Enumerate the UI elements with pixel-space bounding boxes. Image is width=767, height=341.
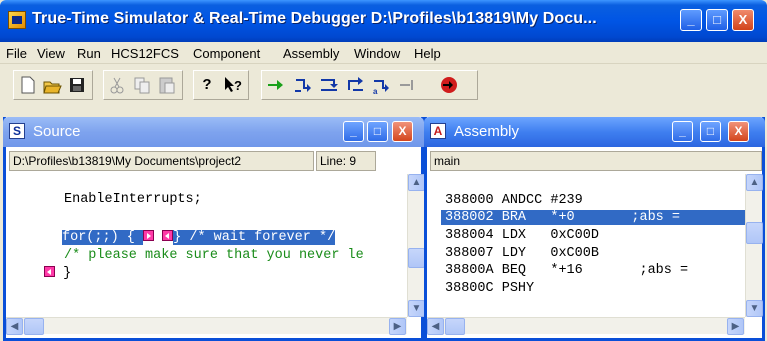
assembly-vertical-scrollbar[interactable]: ▲ ▼ bbox=[745, 174, 763, 317]
edit-toolbar-group bbox=[103, 70, 183, 100]
scroll-left-arrow-icon[interactable]: ◀ bbox=[6, 318, 23, 335]
menu-assembly[interactable]: Assembly bbox=[283, 46, 339, 61]
menu-window[interactable]: Window bbox=[354, 46, 400, 61]
code-line-closing-brace: } bbox=[44, 266, 71, 281]
minimize-button[interactable]: _ bbox=[680, 9, 702, 31]
source-horizontal-scrollbar[interactable]: ◀ ▶ bbox=[6, 317, 407, 335]
breakpoint-marker-icon[interactable] bbox=[162, 230, 174, 241]
source-window: S Source _ □ X D:\Profiles\b13819\My Doc… bbox=[3, 117, 425, 341]
open-folder-icon[interactable] bbox=[41, 74, 63, 96]
copy-icon[interactable] bbox=[131, 74, 153, 96]
cut-icon[interactable] bbox=[106, 74, 128, 96]
assembly-row[interactable]: 38800C PSHY bbox=[445, 281, 534, 296]
menu-bar: File View Run HCS12FCS Component Assembl… bbox=[0, 42, 767, 64]
assembly-row[interactable]: 388007 LDY 0xC00B bbox=[445, 246, 599, 261]
scroll-up-arrow-icon[interactable]: ▲ bbox=[746, 174, 763, 191]
app-title-bar[interactable]: True-Time Simulator & Real-Time Debugger… bbox=[0, 0, 767, 42]
assembly-step-icon[interactable]: a bbox=[370, 74, 392, 96]
single-step-icon[interactable] bbox=[292, 74, 314, 96]
menu-view[interactable]: View bbox=[37, 46, 65, 61]
code-line-for-loop: for(;;) { } /* wait forever */ bbox=[62, 230, 336, 245]
assembly-horizontal-scrollbar[interactable]: ◀ ▶ bbox=[427, 317, 745, 335]
help-toolbar-group: ? ? bbox=[193, 70, 249, 100]
scroll-up-arrow-icon[interactable]: ▲ bbox=[408, 174, 425, 191]
maximize-button[interactable]: □ bbox=[706, 9, 728, 31]
assembly-window-icon: A bbox=[430, 123, 446, 139]
menu-hcs12fcs[interactable]: HCS12FCS bbox=[111, 46, 179, 61]
assembly-row[interactable]: 388004 LDX 0xC00D bbox=[445, 228, 599, 243]
source-close-button[interactable]: X bbox=[392, 121, 413, 142]
assembly-maximize-button[interactable]: □ bbox=[700, 121, 721, 142]
step-out-icon[interactable] bbox=[344, 74, 366, 96]
for-loop-selected-text: for(;;) { bbox=[62, 230, 135, 245]
assembly-row[interactable]: 38800A BEQ *+16 ;abs = bbox=[445, 263, 688, 278]
source-minimize-button[interactable]: _ bbox=[343, 121, 364, 142]
new-file-icon[interactable] bbox=[16, 74, 38, 96]
menu-help[interactable]: Help bbox=[414, 46, 441, 61]
menu-run[interactable]: Run bbox=[77, 46, 101, 61]
scroll-right-arrow-icon[interactable]: ▶ bbox=[389, 318, 406, 335]
source-vertical-scrollbar[interactable]: ▲ ▼ bbox=[407, 174, 425, 317]
svg-text:?: ? bbox=[234, 78, 242, 93]
reset-icon[interactable] bbox=[438, 74, 460, 96]
source-path-field: D:\Profiles\b13819\My Documents\project2 bbox=[9, 151, 314, 171]
save-icon[interactable] bbox=[66, 74, 88, 96]
assembly-minimize-button[interactable]: _ bbox=[672, 121, 693, 142]
context-help-icon[interactable]: ? bbox=[222, 74, 244, 96]
source-window-icon: S bbox=[9, 123, 25, 139]
code-line-comment: /* please make sure that you never le bbox=[64, 248, 364, 263]
assembly-function-field: main bbox=[430, 151, 762, 171]
assembly-window-title-bar[interactable]: A Assembly _ □ X bbox=[424, 117, 765, 147]
assembly-scroll-thumb[interactable] bbox=[746, 222, 763, 244]
source-maximize-button[interactable]: □ bbox=[367, 121, 388, 142]
source-line-indicator: Line: 9 bbox=[316, 151, 376, 171]
assembly-window-title: Assembly bbox=[454, 123, 520, 140]
close-button[interactable]: X bbox=[732, 9, 754, 31]
debugger-app: True-Time Simulator & Real-Time Debugger… bbox=[0, 0, 767, 341]
assembly-window: A Assembly _ □ X main 388000 ANDCC #239 … bbox=[424, 117, 765, 341]
toolbar: ? ? a bbox=[0, 64, 767, 117]
source-hscroll-thumb[interactable] bbox=[24, 318, 44, 335]
halt-icon[interactable] bbox=[396, 74, 418, 96]
svg-text:a: a bbox=[373, 87, 378, 96]
scroll-left-arrow-icon[interactable]: ◀ bbox=[427, 318, 444, 335]
scroll-down-arrow-icon[interactable]: ▼ bbox=[408, 300, 425, 317]
breakpoint-marker-icon[interactable] bbox=[44, 266, 55, 277]
for-loop-comment-text: } /* wait forever */ bbox=[173, 230, 336, 245]
debug-toolbar-group: a bbox=[261, 70, 478, 100]
paste-icon[interactable] bbox=[156, 74, 178, 96]
code-line-enable-interrupts: EnableInterrupts; bbox=[64, 192, 202, 207]
step-over-icon[interactable] bbox=[318, 74, 340, 96]
file-toolbar-group bbox=[13, 70, 93, 100]
assembly-close-button[interactable]: X bbox=[728, 121, 749, 142]
help-icon[interactable]: ? bbox=[196, 74, 218, 96]
scroll-right-arrow-icon[interactable]: ▶ bbox=[727, 318, 744, 335]
assembly-row-selected[interactable]: 388002 BRA *+0 ;abs = bbox=[441, 210, 745, 225]
start-continue-icon[interactable] bbox=[265, 74, 287, 96]
source-scroll-thumb[interactable] bbox=[408, 248, 425, 268]
assembly-row[interactable]: 388000 ANDCC #239 bbox=[445, 193, 583, 208]
source-window-title-bar[interactable]: S Source _ □ X bbox=[3, 117, 424, 147]
menu-file[interactable]: File bbox=[6, 46, 27, 61]
app-title: True-Time Simulator & Real-Time Debugger… bbox=[32, 10, 597, 27]
scroll-down-arrow-icon[interactable]: ▼ bbox=[746, 300, 763, 317]
menu-component[interactable]: Component bbox=[193, 46, 260, 61]
breakpoint-marker-icon[interactable] bbox=[143, 230, 155, 241]
assembly-hscroll-thumb[interactable] bbox=[445, 318, 465, 335]
source-window-title: Source bbox=[33, 123, 81, 140]
closing-brace-text: } bbox=[63, 266, 72, 281]
app-logo-icon bbox=[8, 11, 26, 29]
